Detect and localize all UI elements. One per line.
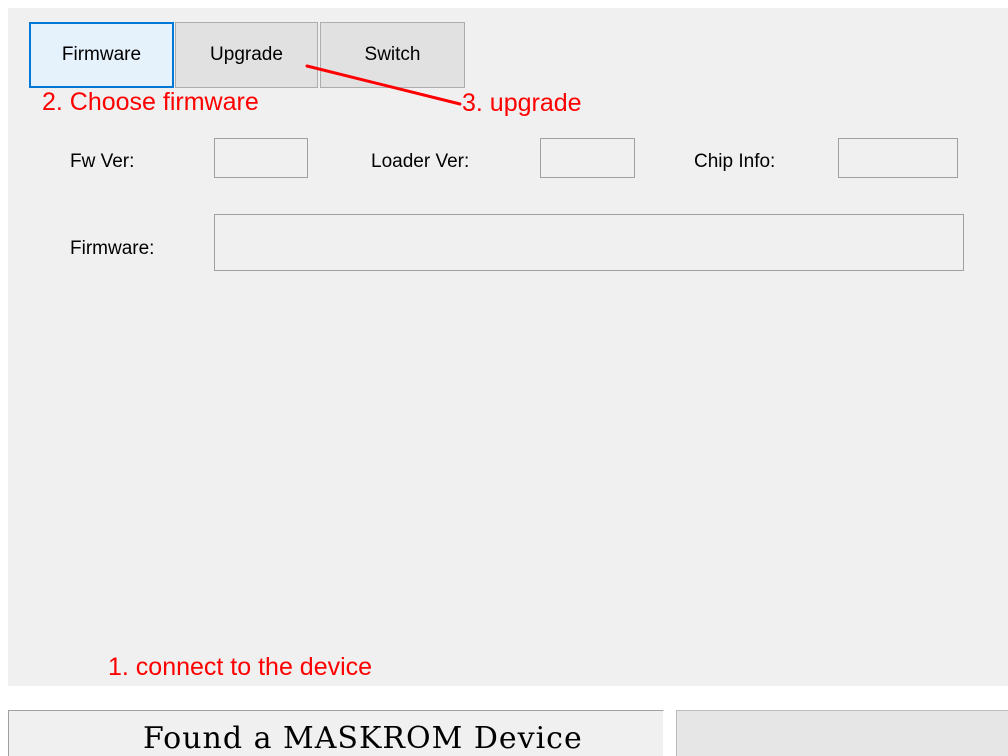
upgrade-button[interactable]: Upgrade xyxy=(175,22,318,88)
loader-ver-field xyxy=(540,138,635,178)
annotation-choose-firmware: 2. Choose firmware xyxy=(42,88,259,116)
firmware-button[interactable]: Firmware xyxy=(29,22,174,88)
chip-info-label: Chip Info: xyxy=(694,151,776,172)
fw-ver-field xyxy=(214,138,308,178)
loader-ver-label: Loader Ver: xyxy=(371,151,470,172)
fw-ver-label: Fw Ver: xyxy=(70,151,135,172)
status-message-box: Found a MASKROM Device xyxy=(8,710,664,756)
status-message: Found a MASKROM Device xyxy=(143,721,583,756)
annotation-connect-device: 1. connect to the device xyxy=(108,653,373,681)
firmware-path-field xyxy=(214,214,964,271)
chip-info-field xyxy=(838,138,958,178)
switch-button[interactable]: Switch xyxy=(320,22,465,88)
progress-bar xyxy=(676,710,1008,756)
annotation-upgrade: 3. upgrade xyxy=(462,89,582,117)
firmware-path-label: Firmware: xyxy=(70,238,155,259)
status-bar: Found a MASKROM Device xyxy=(0,694,1008,756)
